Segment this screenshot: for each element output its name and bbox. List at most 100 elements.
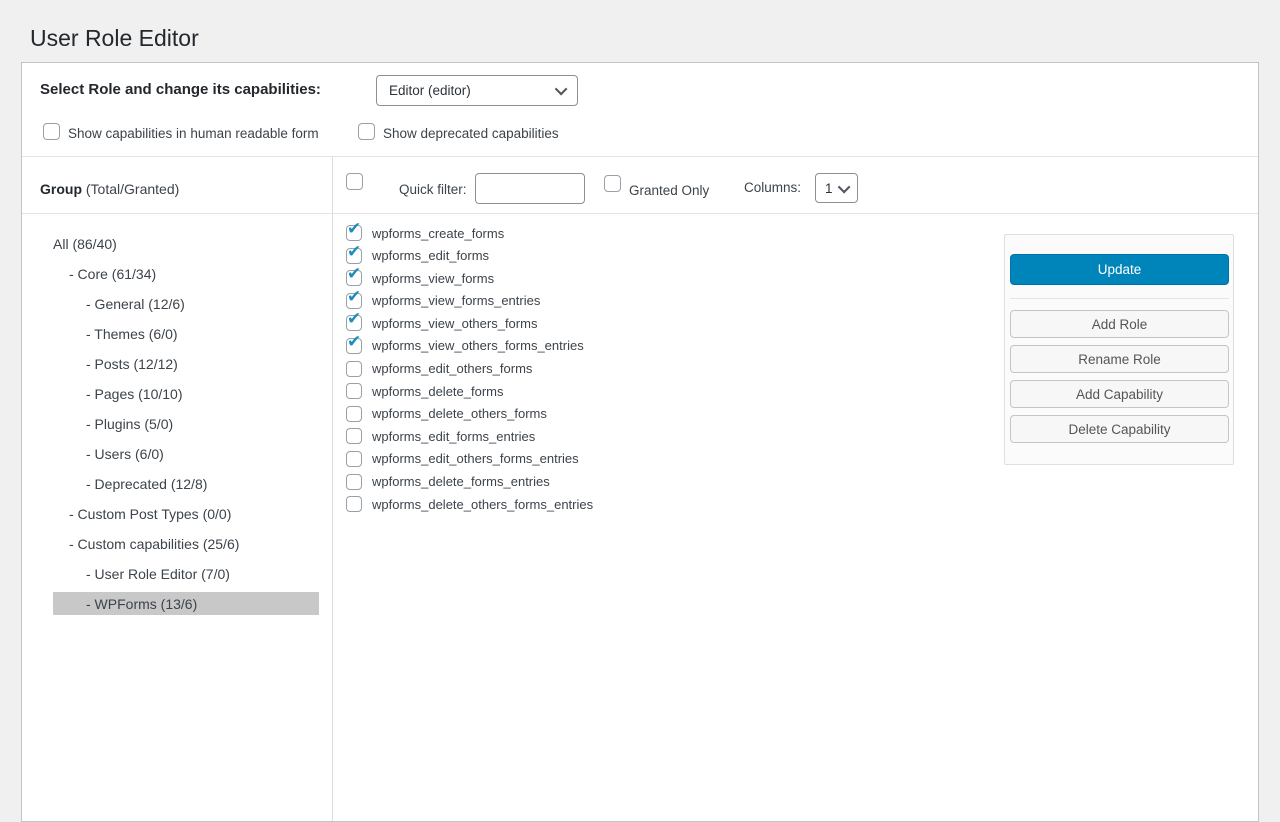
capability-label: wpforms_delete_others_forms_entries — [372, 497, 593, 512]
capability-checkbox[interactable]: ✔ — [346, 270, 362, 286]
capability-checkbox[interactable] — [346, 361, 362, 377]
deprecated-label: Show deprecated capabilities — [383, 126, 559, 141]
capability-checkbox[interactable]: ✔ — [346, 293, 362, 309]
group-tree-item-label: - Users (6/0) — [86, 446, 164, 462]
capability-row: wpforms_delete_forms — [346, 383, 966, 399]
capability-checkbox[interactable] — [346, 451, 362, 467]
group-tree-item[interactable]: - WPForms (13/6) — [53, 592, 319, 615]
group-tree: All (86/40) - Core (61/34) - General (12/6… — [22, 232, 332, 622]
granted-only-checkbox[interactable] — [604, 175, 621, 192]
group-tree-item-label: - Custom Post Types (0/0) — [69, 506, 231, 522]
check-icon: ✔ — [347, 333, 361, 350]
group-tree-item-label: - Custom capabilities (25/6) — [69, 536, 239, 552]
delete-capability-button[interactable]: Delete Capability — [1010, 415, 1229, 443]
group-column-header-suffix: (Total/Granted) — [82, 181, 179, 197]
capability-label: wpforms_view_forms — [372, 271, 494, 286]
group-tree-item-label: - Plugins (5/0) — [86, 416, 173, 432]
group-tree-item[interactable]: All (86/40) — [53, 232, 319, 255]
group-tree-item[interactable]: - Deprecated (12/8) — [53, 472, 319, 495]
group-tree-item-label: - Core (61/34) — [69, 266, 156, 282]
group-tree-item[interactable]: - Themes (6/0) — [53, 322, 319, 345]
divider-top — [22, 156, 1258, 157]
capability-label: wpforms_delete_forms_entries — [372, 474, 550, 489]
group-tree-item[interactable]: - Custom Post Types (0/0) — [53, 502, 319, 525]
group-tree-item[interactable]: - Plugins (5/0) — [53, 412, 319, 435]
group-tree-item[interactable]: - General (12/6) — [53, 292, 319, 315]
granted-only-label: Granted Only — [629, 183, 709, 198]
page-title: User Role Editor — [30, 25, 199, 52]
group-tree-item-label: All (86/40) — [53, 236, 117, 252]
group-tree-item-label: - User Role Editor (7/0) — [86, 566, 230, 582]
group-tree-item[interactable]: - Users (6/0) — [53, 442, 319, 465]
group-tree-item-label: - Deprecated (12/8) — [86, 476, 207, 492]
role-selector-label: Select Role and change its capabilities: — [40, 81, 321, 98]
group-tree-item-label: - WPForms (13/6) — [86, 596, 197, 612]
check-icon: ✔ — [347, 243, 361, 260]
check-icon: ✔ — [347, 310, 361, 327]
role-select[interactable]: Editor (editor) — [376, 75, 578, 106]
capability-checkbox[interactable] — [346, 428, 362, 444]
capability-row: wpforms_delete_others_forms_entries — [346, 496, 966, 512]
capability-label: wpforms_view_forms_entries — [372, 293, 540, 308]
capability-row: wpforms_edit_others_forms — [346, 361, 966, 377]
columns-select[interactable]: 1 — [815, 173, 858, 203]
capability-checkbox[interactable]: ✔ — [346, 225, 362, 241]
human-readable-checkbox[interactable] — [43, 123, 60, 140]
group-column-header-bold: Group — [40, 181, 82, 197]
group-tree-item[interactable]: - Custom capabilities (25/6) — [53, 532, 319, 555]
deprecated-checkbox[interactable] — [358, 123, 375, 140]
check-icon: ✔ — [347, 288, 361, 305]
chevron-down-icon — [838, 180, 851, 193]
rename-role-button[interactable]: Rename Role — [1010, 345, 1229, 373]
capability-label: wpforms_edit_others_forms — [372, 361, 532, 376]
capability-row: ✔ wpforms_view_forms — [346, 270, 966, 286]
capability-row: wpforms_edit_others_forms_entries — [346, 451, 966, 467]
columns-label: Columns: — [744, 180, 801, 195]
action-panel: Update Add Role Rename Role Add Capabili… — [1004, 234, 1234, 465]
check-icon: ✔ — [347, 220, 361, 237]
capability-row: wpforms_edit_forms_entries — [346, 428, 966, 444]
capability-row: ✔ wpforms_edit_forms — [346, 248, 966, 264]
group-tree-item-label: - Posts (12/12) — [86, 356, 178, 372]
group-tree-item[interactable]: - Pages (10/10) — [53, 382, 319, 405]
update-button[interactable]: Update — [1010, 254, 1229, 285]
capability-checkbox[interactable] — [346, 383, 362, 399]
quick-filter-input[interactable] — [475, 173, 585, 204]
columns-select-value: 1 — [825, 181, 833, 196]
group-tree-item[interactable]: - Posts (12/12) — [53, 352, 319, 375]
role-select-value: Editor (editor) — [389, 83, 471, 98]
capability-label: wpforms_edit_forms_entries — [372, 429, 535, 444]
chevron-down-icon — [555, 83, 568, 96]
quick-filter-label: Quick filter: — [399, 182, 467, 197]
capability-label: wpforms_view_others_forms_entries — [372, 338, 584, 353]
capability-checkbox[interactable]: ✔ — [346, 248, 362, 264]
add-capability-button[interactable]: Add Capability — [1010, 380, 1229, 408]
capability-checkbox[interactable]: ✔ — [346, 315, 362, 331]
capability-checkbox[interactable] — [346, 406, 362, 422]
capability-label: wpforms_edit_others_forms_entries — [372, 451, 579, 466]
group-tree-item-label: - Pages (10/10) — [86, 386, 183, 402]
capability-row: wpforms_delete_others_forms — [346, 406, 966, 422]
group-tree-item[interactable]: - Core (61/34) — [53, 262, 319, 285]
group-tree-item[interactable]: - User Role Editor (7/0) — [53, 562, 319, 585]
capability-label: wpforms_delete_others_forms — [372, 406, 547, 421]
capability-row: ✔ wpforms_view_others_forms_entries — [346, 338, 966, 354]
capability-row: ✔ wpforms_view_forms_entries — [346, 293, 966, 309]
capability-checkbox[interactable] — [346, 496, 362, 512]
divider-vertical — [332, 157, 333, 821]
capability-checkbox[interactable] — [346, 474, 362, 490]
capability-list: ✔ wpforms_create_forms ✔ wpforms_edit_forms… — [346, 225, 966, 519]
add-role-button[interactable]: Add Role — [1010, 310, 1229, 338]
capability-label: wpforms_edit_forms — [372, 248, 489, 263]
group-tree-item-label: - General (12/6) — [86, 296, 185, 312]
capability-checkbox[interactable]: ✔ — [346, 338, 362, 354]
group-tree-item-label: - Themes (6/0) — [86, 326, 178, 342]
panel-divider — [1010, 298, 1229, 299]
capability-label: wpforms_create_forms — [372, 226, 504, 241]
capability-row: wpforms_delete_forms_entries — [346, 474, 966, 490]
user-role-editor-panel: Select Role and change its capabilities:… — [21, 62, 1259, 822]
select-all-checkbox[interactable] — [346, 173, 363, 190]
check-icon: ✔ — [347, 265, 361, 282]
group-column-header: Group (Total/Granted) — [40, 181, 179, 197]
capability-label: wpforms_view_others_forms — [372, 316, 537, 331]
